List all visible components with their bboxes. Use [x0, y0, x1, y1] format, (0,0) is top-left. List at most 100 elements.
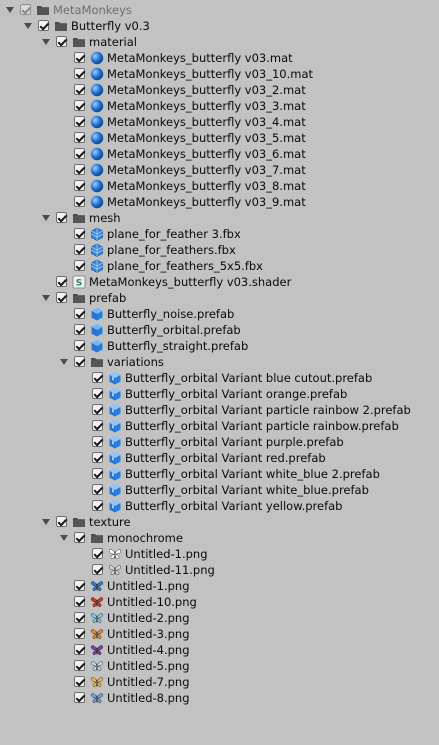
expand-arrow-icon[interactable]	[4, 2, 16, 18]
include-checkbox[interactable]	[92, 420, 103, 431]
include-checkbox[interactable]	[92, 372, 103, 383]
include-checkbox[interactable]	[74, 596, 85, 607]
tree-row[interactable]: Butterfly_noise.prefab	[0, 306, 439, 322]
tree-row[interactable]: Untitled-7.png	[0, 674, 439, 690]
include-checkbox[interactable]	[92, 564, 103, 575]
expand-arrow-icon[interactable]	[40, 34, 52, 50]
tree-row[interactable]: MetaMonkeys_butterfly v03_9.mat	[0, 194, 439, 210]
include-checkbox[interactable]	[56, 292, 67, 303]
tree-row[interactable]: Untitled-5.png	[0, 658, 439, 674]
include-checkbox[interactable]	[92, 548, 103, 559]
tree-item-label: Butterfly v0.3	[71, 19, 150, 33]
tree-row[interactable]: Butterfly_orbital Variant blue cutout.pr…	[0, 370, 439, 386]
tree-row[interactable]: Butterfly_orbital Variant particle rainb…	[0, 402, 439, 418]
include-checkbox[interactable]	[92, 404, 103, 415]
expand-arrow-icon[interactable]	[40, 290, 52, 306]
include-checkbox[interactable]	[20, 4, 31, 15]
tree-row[interactable]: Butterfly_orbital Variant particle rainb…	[0, 418, 439, 434]
include-checkbox[interactable]	[74, 148, 85, 159]
tree-row[interactable]: variations	[0, 354, 439, 370]
tree-row[interactable]: mesh	[0, 210, 439, 226]
tree-row[interactable]: texture	[0, 514, 439, 530]
include-checkbox[interactable]	[74, 356, 85, 367]
include-checkbox[interactable]	[56, 36, 67, 47]
include-checkbox[interactable]	[92, 468, 103, 479]
include-checkbox[interactable]	[74, 180, 85, 191]
include-checkbox[interactable]	[74, 260, 85, 271]
include-checkbox[interactable]	[56, 276, 67, 287]
include-checkbox[interactable]	[74, 340, 85, 351]
tree-row[interactable]: MetaMonkeys_butterfly v03_2.mat	[0, 82, 439, 98]
tree-row[interactable]: Untitled-1.png	[0, 546, 439, 562]
include-checkbox[interactable]	[92, 436, 103, 447]
include-checkbox[interactable]	[92, 484, 103, 495]
tree-row[interactable]: MetaMonkeys_butterfly v03_7.mat	[0, 162, 439, 178]
expand-arrow-icon[interactable]	[58, 354, 70, 370]
include-checkbox[interactable]	[74, 676, 85, 687]
tree-row[interactable]: Butterfly_orbital Variant white_blue.pre…	[0, 482, 439, 498]
tree-row[interactable]: MetaMonkeys_butterfly v03_10.mat	[0, 66, 439, 82]
include-checkbox[interactable]	[74, 196, 85, 207]
expand-arrow-icon[interactable]	[40, 514, 52, 530]
include-checkbox[interactable]	[38, 20, 49, 31]
include-checkbox[interactable]	[74, 164, 85, 175]
tree-item-label: MetaMonkeys_butterfly v03_4.mat	[107, 115, 306, 129]
include-checkbox[interactable]	[74, 228, 85, 239]
tree-row[interactable]: Untitled-8.png	[0, 690, 439, 706]
include-checkbox[interactable]	[74, 132, 85, 143]
include-checkbox[interactable]	[74, 628, 85, 639]
tree-row[interactable]: Untitled-3.png	[0, 626, 439, 642]
tree-row[interactable]: MetaMonkeys_butterfly v03_3.mat	[0, 98, 439, 114]
tree-row[interactable]: Butterfly_orbital.prefab	[0, 322, 439, 338]
include-checkbox[interactable]	[56, 212, 67, 223]
include-checkbox[interactable]	[74, 580, 85, 591]
include-checkbox[interactable]	[74, 244, 85, 255]
include-checkbox[interactable]	[74, 532, 85, 543]
tree-row[interactable]: Butterfly_orbital Variant purple.prefab	[0, 434, 439, 450]
tree-row[interactable]: Butterfly_orbital Variant yellow.prefab	[0, 498, 439, 514]
include-checkbox[interactable]	[74, 612, 85, 623]
tree-row[interactable]: Untitled-10.png	[0, 594, 439, 610]
include-checkbox[interactable]	[92, 452, 103, 463]
tree-row[interactable]: Butterfly_straight.prefab	[0, 338, 439, 354]
tree-item-label: Butterfly_orbital Variant red.prefab	[125, 451, 326, 465]
tree-row[interactable]: monochrome	[0, 530, 439, 546]
expand-arrow-icon[interactable]	[22, 18, 34, 34]
include-checkbox[interactable]	[74, 116, 85, 127]
tree-row[interactable]: material	[0, 34, 439, 50]
expand-arrow-icon[interactable]	[58, 530, 70, 546]
include-checkbox[interactable]	[74, 84, 85, 95]
tree-row[interactable]: Butterfly_orbital Variant red.prefab	[0, 450, 439, 466]
include-checkbox[interactable]	[74, 692, 85, 703]
include-checkbox[interactable]	[74, 100, 85, 111]
tree-row[interactable]: Untitled-2.png	[0, 610, 439, 626]
tree-row[interactable]: MetaMonkeys_butterfly v03_4.mat	[0, 114, 439, 130]
tree-row[interactable]: MetaMonkeys_butterfly v03_6.mat	[0, 146, 439, 162]
tree-row[interactable]: Butterfly_orbital Variant white_blue 2.p…	[0, 466, 439, 482]
tree-row[interactable]: MetaMonkeys_butterfly v03_8.mat	[0, 178, 439, 194]
tree-row[interactable]: prefab	[0, 290, 439, 306]
include-checkbox[interactable]	[74, 644, 85, 655]
project-tree: MetaMonkeys Butterfly v0.3 material MetaMon…	[0, 0, 439, 745]
include-checkbox[interactable]	[92, 388, 103, 399]
include-checkbox[interactable]	[56, 516, 67, 527]
tree-row[interactable]: Butterfly v0.3	[0, 18, 439, 34]
tree-row[interactable]: Untitled-11.png	[0, 562, 439, 578]
expand-arrow-icon[interactable]	[40, 210, 52, 226]
tree-row[interactable]: MetaMonkeys_butterfly v03_5.mat	[0, 130, 439, 146]
include-checkbox[interactable]	[74, 324, 85, 335]
tree-row[interactable]: Butterfly_orbital Variant orange.prefab	[0, 386, 439, 402]
tree-row[interactable]: plane_for_feathers_5x5.fbx	[0, 258, 439, 274]
tree-row[interactable]: MetaMonkeys	[0, 2, 439, 18]
include-checkbox[interactable]	[92, 500, 103, 511]
include-checkbox[interactable]	[74, 68, 85, 79]
tree-row[interactable]: plane_for_feather 3.fbx	[0, 226, 439, 242]
tree-row[interactable]: MetaMonkeys_butterfly v03.mat	[0, 50, 439, 66]
include-checkbox[interactable]	[74, 308, 85, 319]
include-checkbox[interactable]	[74, 52, 85, 63]
tree-row[interactable]: plane_for_feathers.fbx	[0, 242, 439, 258]
tree-row[interactable]: Untitled-4.png	[0, 642, 439, 658]
include-checkbox[interactable]	[74, 660, 85, 671]
tree-row[interactable]: S MetaMonkeys_butterfly v03.shader	[0, 274, 439, 290]
tree-row[interactable]: Untitled-1.png	[0, 578, 439, 594]
